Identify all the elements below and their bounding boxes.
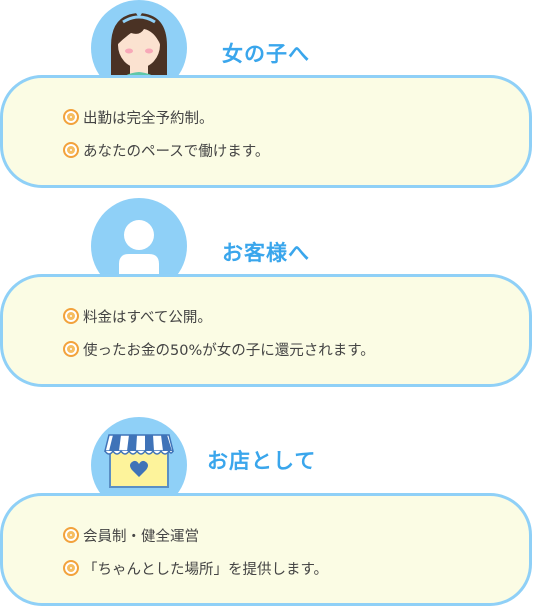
list-item-text: 「ちゃんとした場所」を提供します。	[83, 561, 329, 578]
list-item-text: 会員制・健全運営	[83, 528, 199, 545]
double-circle-icon	[63, 341, 79, 357]
double-circle-icon	[63, 109, 79, 125]
list-item: 料金はすべて公開。	[63, 306, 375, 326]
list-item: 会員制・健全運営	[63, 525, 328, 545]
info-box: 会員制・健全運営 「ちゃんとした場所」を提供します。	[0, 493, 532, 606]
double-circle-icon	[63, 308, 79, 324]
list-item-text: 料金はすべて公開。	[83, 309, 212, 326]
section-title: お店として	[207, 449, 317, 473]
list-item-text: 出勤は完全予約制。	[83, 110, 214, 127]
list-item: あなたのペースで働けます。	[63, 140, 269, 160]
bullet-list: 料金はすべて公開。 使ったお金の50%が女の子に還元されます。	[63, 306, 375, 372]
list-item-text: あなたのペースで働けます。	[83, 143, 270, 160]
double-circle-icon	[63, 142, 79, 158]
list-item: 「ちゃんとした場所」を提供します。	[63, 558, 328, 578]
bullet-list: 出勤は完全予約制。 あなたのペースで働けます。	[63, 107, 269, 173]
list-item: 出勤は完全予約制。	[63, 107, 269, 127]
double-circle-icon	[63, 560, 79, 576]
info-box: 料金はすべて公開。 使ったお金の50%が女の子に還元されます。	[0, 274, 532, 387]
info-box: 出勤は完全予約制。 あなたのペースで働けます。	[0, 75, 532, 188]
list-item: 使ったお金の50%が女の子に還元されます。	[63, 339, 375, 359]
double-circle-icon	[63, 527, 79, 543]
bullet-list: 会員制・健全運営 「ちゃんとした場所」を提供します。	[63, 525, 328, 591]
list-item-text: 使ったお金の50%が女の子に還元されます。	[83, 342, 375, 359]
